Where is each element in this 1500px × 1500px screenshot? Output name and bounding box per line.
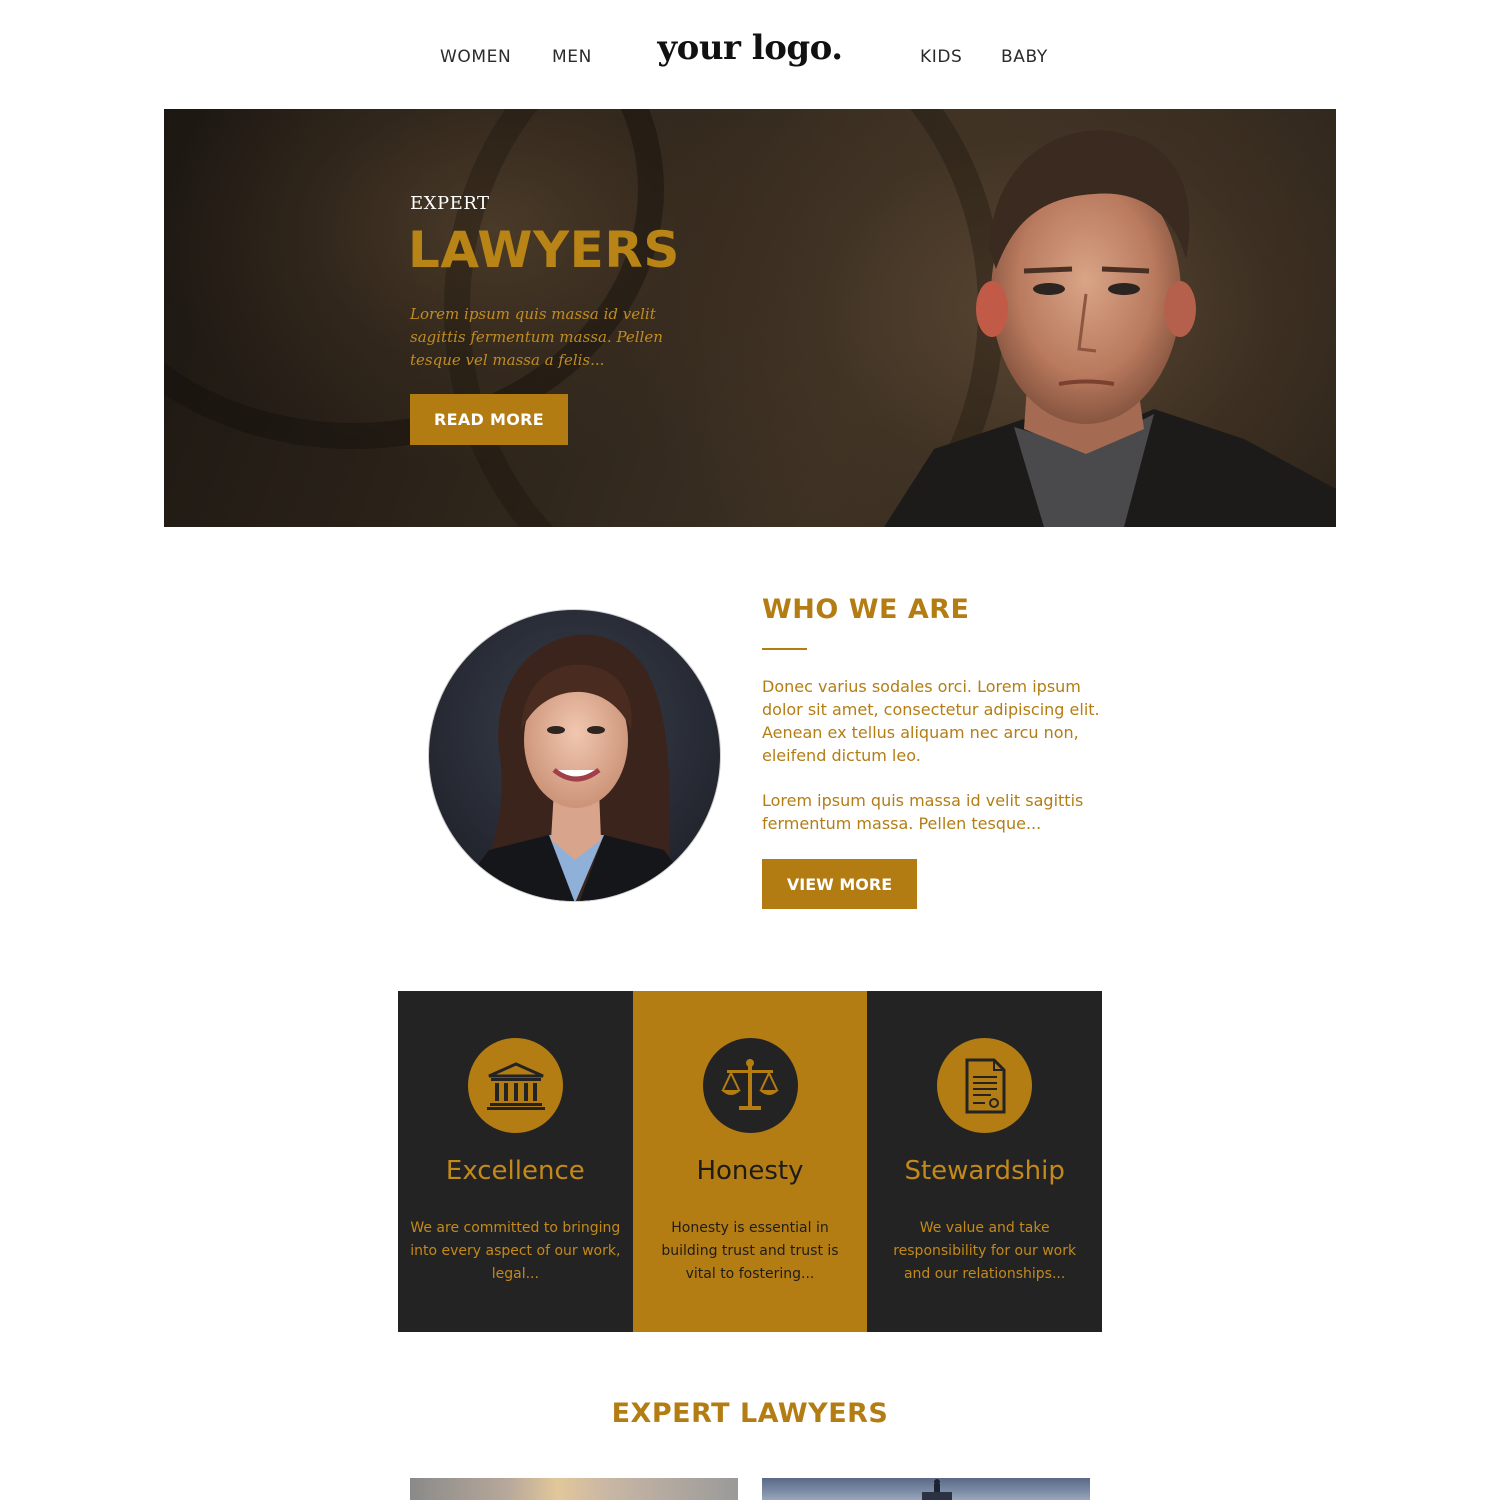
team-member-photo (428, 609, 721, 902)
hero-title: LAWYERS (408, 221, 680, 279)
value-title: Excellence (445, 1156, 585, 1186)
heading-divider (762, 648, 807, 650)
value-card-stewardship: Stewardship We value and take responsibi… (867, 991, 1102, 1332)
courthouse-icon (468, 1038, 563, 1133)
hero-banner: EXPERT LAWYERS Lorem ipsum quis massa id… (164, 109, 1336, 527)
who-we-are-paragraph: Donec varius sodales orci. Lorem ipsum d… (762, 677, 1100, 765)
lawyer-photo-thumbnail[interactable] (410, 1478, 738, 1500)
document-icon (937, 1038, 1033, 1133)
nav-link-men[interactable]: MEN (552, 47, 592, 67)
value-title: Honesty (696, 1156, 804, 1186)
logo[interactable]: your logo. (650, 28, 850, 68)
lawyer-photo-thumbnail[interactable] (762, 1478, 1090, 1500)
read-more-button[interactable]: READ MORE (410, 394, 568, 445)
lawyer-portrait-image (884, 130, 1336, 527)
value-description: Honesty is essential in building trust a… (661, 1220, 839, 1282)
who-we-are-heading: WHO WE ARE (762, 594, 970, 625)
value-description: We are committed to bringing into every … (410, 1220, 621, 1282)
hero-eyebrow: EXPERT (410, 193, 490, 214)
value-card-honesty: Honesty Honesty is essential in building… (632, 991, 868, 1332)
value-description: We value and take responsibility for our… (893, 1220, 1077, 1282)
hero-description: Lorem ipsum quis massa id velit sagittis… (410, 305, 663, 369)
nav-link-baby[interactable]: BABY (1001, 47, 1048, 67)
building-silhouette-image (922, 1479, 952, 1500)
woman-portrait-image (450, 634, 701, 901)
value-title: Stewardship (904, 1156, 1065, 1186)
nav-link-kids[interactable]: KIDS (920, 47, 962, 67)
view-more-button[interactable]: VIEW MORE (762, 859, 917, 909)
expert-lawyers-heading: EXPERT LAWYERS (611, 1398, 889, 1429)
values-section: Excellence We are committed to bringing … (398, 991, 1102, 1332)
top-nav: WOMEN MEN your logo. KIDS BABY (0, 0, 1500, 108)
who-we-are-paragraph: Lorem ipsum quis massa id velit sagittis… (762, 791, 1084, 833)
value-card-excellence: Excellence We are committed to bringing … (398, 991, 633, 1332)
scales-icon (702, 1038, 798, 1133)
nav-link-women[interactable]: WOMEN (440, 47, 511, 67)
